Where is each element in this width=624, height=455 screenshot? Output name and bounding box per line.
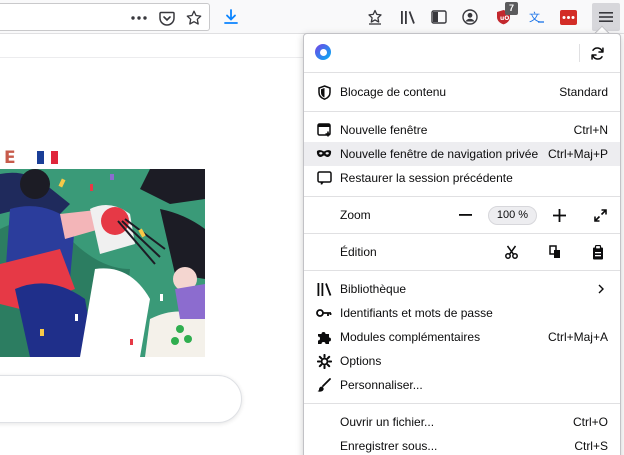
app-menu-panel: Blocage de contenu Standard Nouvelle fen… (303, 33, 621, 455)
shield-icon (316, 84, 332, 100)
menu-item-open-file[interactable]: Ouvrir un fichier... Ctrl+O (304, 410, 620, 434)
separator (304, 72, 620, 73)
bookmark-star-icon[interactable] (181, 5, 207, 31)
menu-item-private-window[interactable]: Nouvelle fenêtre de navigation privée Ct… (304, 142, 620, 166)
gear-icon (316, 353, 332, 369)
library-icon (316, 281, 332, 297)
menu-item-edit: Édition (304, 240, 620, 264)
cut-icon[interactable] (501, 242, 521, 262)
menu-item-label: Nouvelle fenêtre de navigation privée (340, 147, 539, 161)
firefox-account-icon[interactable] (315, 44, 331, 60)
new-window-icon (316, 122, 332, 138)
chevron-right-icon (596, 284, 606, 294)
doodle-illustration[interactable] (0, 169, 205, 357)
menu-item-shortcut: Ctrl+N (573, 123, 608, 137)
zoom-in-button[interactable] (549, 205, 569, 225)
search-box[interactable] (0, 375, 242, 423)
menu-item-label: Nouvelle fenêtre (340, 123, 428, 137)
browser-toolbar: uO 7 文 (0, 0, 624, 34)
menu-item-label: Personnaliser... (340, 378, 423, 392)
menu-item-label: Identifiants et mots de passe (340, 306, 493, 320)
library-icon[interactable] (395, 4, 421, 30)
menu-item-label: Blocage de contenu (340, 85, 447, 99)
ublock-origin-icon[interactable]: uO 7 (490, 2, 518, 30)
menu-item-label: Modules complémentaires (340, 330, 481, 344)
ublock-badge: 7 (505, 2, 518, 15)
url-bar[interactable] (0, 3, 210, 31)
menu-item-library[interactable]: Bibliothèque (304, 277, 620, 301)
sidebar-icon[interactable] (426, 4, 452, 30)
paste-icon[interactable] (588, 242, 608, 262)
svg-text:uO: uO (500, 15, 509, 22)
lastpass-icon[interactable] (555, 4, 581, 30)
downloads-icon[interactable] (218, 4, 244, 30)
menu-item-zoom: Zoom 100 % (304, 203, 620, 227)
menu-item-shortcut: Ctrl+Maj+A (547, 330, 608, 344)
reading-list-star-icon[interactable] (362, 4, 388, 30)
menu-item-label: Ouvrir un fichier... (340, 415, 435, 429)
menu-item-new-window[interactable]: Nouvelle fenêtre Ctrl+N (304, 118, 620, 142)
paintbrush-icon (316, 377, 332, 393)
menu-item-label: Enregistrer sous... (340, 439, 438, 453)
separator (579, 44, 580, 62)
page-divider (0, 57, 310, 58)
menu-item-content-blocking[interactable]: Blocage de contenu Standard (304, 80, 620, 104)
menu-item-shortcut: Ctrl+Maj+P (547, 147, 608, 161)
pocket-icon[interactable] (154, 5, 180, 31)
content-blocking-value: Standard (559, 85, 608, 99)
menu-item-customize[interactable]: Personnaliser... (304, 373, 620, 397)
zoom-out-button[interactable] (455, 205, 475, 225)
account-icon[interactable] (457, 4, 483, 30)
separator (304, 403, 620, 404)
puzzle-piece-icon (316, 329, 332, 345)
french-flag-icon (37, 151, 58, 164)
menu-item-addons[interactable]: Modules complémentaires Ctrl+Maj+A (304, 325, 620, 349)
separator (304, 270, 620, 271)
separator (304, 233, 620, 234)
menu-item-restore-session[interactable]: Restaurer la session précédente (304, 166, 620, 190)
zoom-reset-button[interactable]: 100 % (488, 205, 537, 225)
edit-label: Édition (340, 245, 377, 259)
page-actions-icon[interactable] (126, 5, 152, 31)
private-mask-icon (316, 146, 332, 162)
menu-item-label: Options (340, 354, 382, 368)
account-row[interactable] (304, 34, 620, 72)
doodle-letter: E (4, 148, 16, 168)
menu-item-logins[interactable]: Identifiants et mots de passe (304, 301, 620, 325)
menu-item-shortcut: Ctrl+S (574, 439, 608, 453)
hamburger-menu-icon[interactable] (592, 3, 620, 31)
translate-icon[interactable]: 文 (524, 4, 550, 30)
fullscreen-icon[interactable] (591, 206, 609, 224)
copy-icon[interactable] (545, 242, 565, 262)
zoom-label: Zoom (340, 208, 371, 222)
menu-item-shortcut: Ctrl+O (572, 415, 608, 429)
menu-item-save-as[interactable]: Enregistrer sous... Ctrl+S (304, 434, 620, 455)
menu-item-label: Restaurer la session précédente (340, 171, 513, 185)
sync-icon[interactable] (588, 44, 606, 62)
menu-item-label: Bibliothèque (340, 282, 407, 296)
restore-session-icon (316, 170, 332, 186)
separator (304, 111, 620, 112)
separator (304, 196, 620, 197)
key-icon (316, 305, 332, 321)
menu-item-options[interactable]: Options (304, 349, 620, 373)
